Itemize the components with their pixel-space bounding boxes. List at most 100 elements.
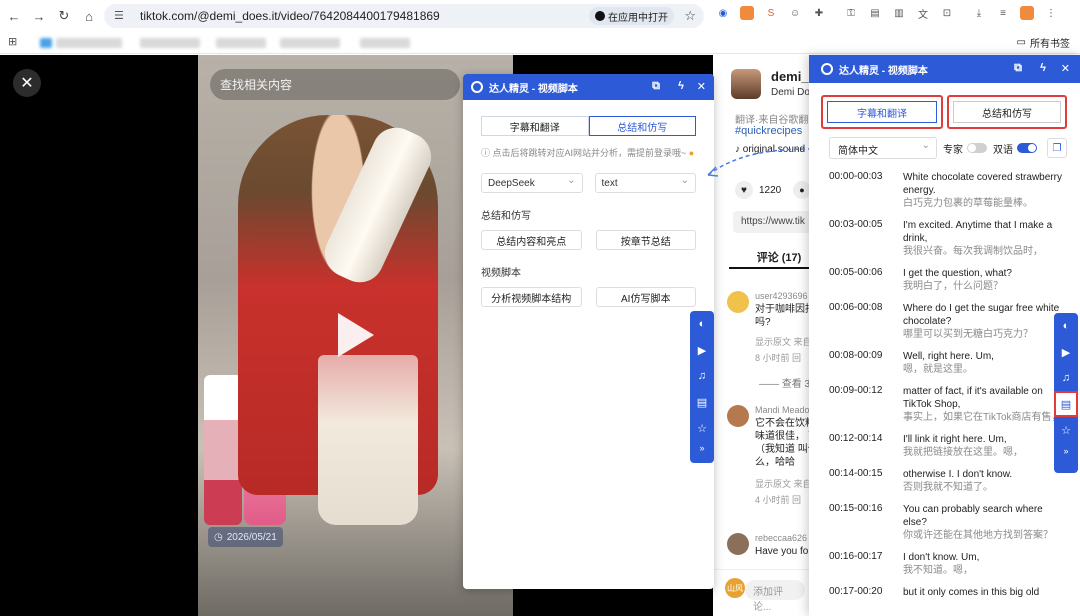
list-item[interactable]: 00:14-00:15 otherwise I. I don't know. 否… <box>829 468 1069 494</box>
face-extension-icon[interactable]: ☺ <box>788 6 802 20</box>
subtitle-text: I'll link it right here. Um, <box>903 434 1007 445</box>
translate-icon[interactable]: 文 <box>916 6 930 21</box>
model-select[interactable]: DeepSeek <box>481 173 583 193</box>
playlist-icon[interactable]: ≡ <box>996 6 1010 20</box>
key-icon[interactable]: ⚿ <box>844 6 858 20</box>
all-bookmarks-folder[interactable]: ▭ 所有书签 <box>1017 35 1070 50</box>
bookmark-star-icon[interactable]: ☆ <box>684 8 696 24</box>
subtitle-text: chocolate? <box>903 316 952 327</box>
popout-icon[interactable]: ⧉ <box>1014 62 1022 75</box>
popout-icon[interactable]: ⧉ <box>652 80 660 93</box>
author-avatar[interactable] <box>731 69 761 99</box>
back-icon[interactable]: ← <box>3 5 25 27</box>
avatar[interactable] <box>727 533 749 555</box>
list-item[interactable]: 00:16-00:17 I don't know. Um, 我不知道。嗯， <box>829 551 1069 577</box>
plugin-logo-icon <box>821 63 833 75</box>
forward-icon[interactable]: → <box>28 5 50 27</box>
add-comment-input[interactable]: 添加评论... <box>745 580 805 613</box>
summarize-highlights-button[interactable]: 总结内容和亮点 <box>481 230 582 250</box>
apps-grid-icon[interactable]: ⊞ <box>8 35 17 48</box>
comment-meta[interactable]: 显示原文 来自 <box>755 477 812 490</box>
download-icon[interactable]: ⤓ <box>972 6 986 20</box>
ai-rewrite-script-button[interactable]: AI仿写脚本 <box>595 287 696 307</box>
plugin-extension-icon[interactable]: ◉ <box>716 6 730 20</box>
site-info-icon[interactable]: ☰ <box>114 9 128 23</box>
add-comment-bar: 山风 添加评论... <box>713 569 813 613</box>
profile-icon[interactable] <box>1020 6 1034 20</box>
subtitle-translation: 我很兴奋。每次我调制饮品时， <box>903 246 1043 257</box>
music-icon[interactable]: ♫ <box>690 363 714 389</box>
lightning-icon[interactable]: ϟ <box>1040 62 1046 74</box>
list-item[interactable]: 00:05-00:06 I get the question, what? 我明… <box>829 267 1069 293</box>
comment-meta[interactable]: 4 小时前 回 <box>755 493 801 506</box>
section-title-script: 视频脚本 <box>481 268 521 279</box>
close-icon[interactable]: ✕ <box>697 80 706 93</box>
comment-user[interactable]: rebeccaa626 <box>755 533 807 543</box>
tab-summary[interactable]: 总结和仿写 <box>953 101 1061 123</box>
plugin-logo-icon[interactable]: ◐ <box>690 311 714 337</box>
music-icon[interactable]: ♫ <box>1054 365 1078 391</box>
list-item[interactable]: 00:08-00:09 Well, right here. Um, 嗯，就是这里… <box>829 350 1069 376</box>
list-item[interactable]: 00:09-00:12 matter of fact, if it's avai… <box>829 385 1069 424</box>
plugin-logo-icon[interactable]: ◐ <box>1054 313 1078 339</box>
lightning-icon[interactable]: ϟ <box>678 80 684 92</box>
list-item[interactable]: 00:17-00:20 but it only comes in this bi… <box>829 586 1069 599</box>
page-area: ✕ 查找相关内容 ◷ 2026/05/21 demi_c Demi Doe 翻译… <box>0 55 1080 616</box>
avatar[interactable] <box>727 405 749 427</box>
comment-user[interactable]: user4293696 <box>755 291 808 301</box>
expert-toggle[interactable] <box>967 143 987 153</box>
open-in-app-button[interactable]: 在应用中打开 <box>589 7 674 25</box>
menu-icon[interactable]: ⋮ <box>1044 6 1058 20</box>
format-select[interactable]: text <box>594 173 696 193</box>
bookmark-item[interactable] <box>40 38 52 48</box>
comment-user[interactable]: Mandi Meado <box>755 405 810 415</box>
comment-meta[interactable]: 显示原文 来自 <box>755 335 812 348</box>
list-item[interactable]: 00:15-00:16 You can probably search wher… <box>829 503 1069 542</box>
bookmark-item[interactable] <box>360 38 410 48</box>
puzzle-icon[interactable]: ✚ <box>812 6 826 20</box>
s-extension-icon[interactable]: S <box>764 6 778 20</box>
close-icon[interactable]: ✕ <box>1061 62 1070 75</box>
bookmark-item[interactable] <box>280 38 340 48</box>
close-video-button[interactable]: ✕ <box>13 69 41 97</box>
video-icon[interactable]: ▶ <box>1054 339 1078 365</box>
plugin-logo-icon <box>471 81 483 93</box>
annotation-arrow <box>707 148 813 177</box>
tab-subtitles[interactable]: 字幕和翻译 <box>827 101 937 123</box>
bilingual-label: 双语 <box>993 144 1013 156</box>
video-search-bar[interactable]: 查找相关内容 <box>210 69 460 100</box>
list-item[interactable]: 00:06-00:08 Where do I get the sugar fre… <box>829 302 1069 341</box>
list-item[interactable]: 00:00-00:03 White chocolate covered stra… <box>829 171 1069 210</box>
video-icon[interactable]: ▶ <box>690 337 714 363</box>
analyze-script-structure-button[interactable]: 分析视频脚本结构 <box>481 287 582 307</box>
screenshot-icon[interactable]: ⊡ <box>940 6 954 20</box>
expand-icon[interactable]: » <box>1054 443 1078 459</box>
list-item[interactable]: 00:12-00:14 I'll link it right here. Um,… <box>829 433 1069 459</box>
view-more-replies[interactable]: —— 查看 3 <box>759 375 810 390</box>
chapter-summary-button[interactable]: 按章节总结 <box>595 230 696 250</box>
document-icon[interactable]: ▤ <box>1054 391 1078 417</box>
address-bar[interactable]: ☰ tiktok.com/@demi_does.it/video/7642084… <box>104 4 704 28</box>
copy-icon[interactable]: ❐ <box>1047 138 1067 158</box>
translate-page-icon[interactable]: ▤ <box>868 6 882 20</box>
play-icon[interactable] <box>338 313 374 357</box>
expand-icon[interactable]: » <box>690 441 714 455</box>
bookmark-item[interactable] <box>140 38 200 48</box>
bookmark-item[interactable] <box>56 38 122 48</box>
tab-summary[interactable]: 总结和仿写 <box>588 116 696 136</box>
comment-meta[interactable]: 8 小时前 回 <box>755 351 801 364</box>
avatar[interactable] <box>727 291 749 313</box>
star-icon[interactable]: ☆ <box>690 415 714 441</box>
bilingual-toggle[interactable] <box>1017 143 1037 153</box>
reload-icon[interactable]: ↻ <box>53 5 75 27</box>
trash-icon[interactable]: ▥ <box>892 6 906 20</box>
list-item[interactable]: 00:03-00:05 I'm excited. Anytime that I … <box>829 219 1069 258</box>
star-icon[interactable]: ☆ <box>1054 417 1078 443</box>
bookmark-item[interactable] <box>216 38 266 48</box>
document-icon[interactable]: ▤ <box>690 389 714 415</box>
language-select[interactable]: 简体中文 <box>829 137 937 159</box>
tab-subtitles[interactable]: 字幕和翻译 <box>481 116 589 136</box>
orange-extension-icon[interactable] <box>740 6 754 20</box>
hashtag-link[interactable]: #quickrecipes <box>735 125 802 137</box>
home-icon[interactable]: ⌂ <box>78 5 100 27</box>
